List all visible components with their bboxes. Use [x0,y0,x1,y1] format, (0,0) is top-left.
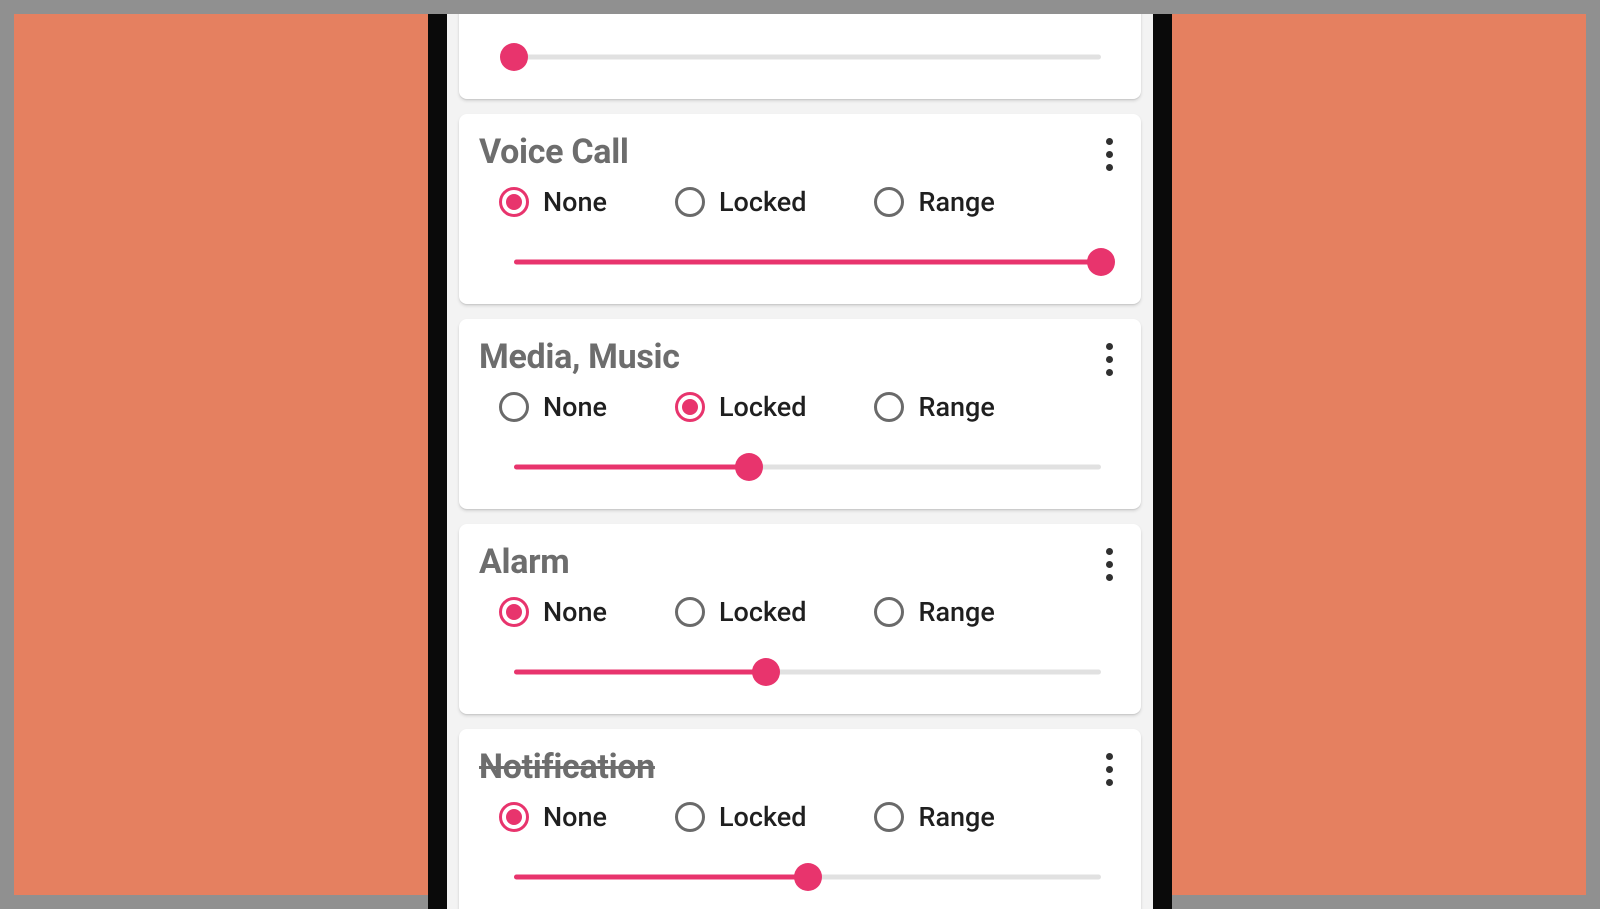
card-ringtone: Ringtone None Locked Range [459,14,1141,99]
radio-group: None Locked Range [479,596,1121,628]
card-title: Media, Music [479,337,1121,377]
more-vert-icon[interactable] [1095,339,1123,379]
radio-label: Range [918,596,994,628]
radio-range[interactable]: Range [874,391,994,423]
volume-slider[interactable] [514,248,1101,276]
radio-button-icon [675,187,705,217]
phone-frame: Ringtone None Locked Range [428,14,1172,909]
radio-button-icon [499,392,529,422]
radio-label: Locked [719,801,807,833]
radio-label: Range [918,186,994,218]
radio-label: None [543,186,607,218]
radio-label: Locked [719,186,807,218]
slider-thumb[interactable] [735,453,763,481]
radio-label: Locked [719,596,807,628]
radio-group: None Locked Range [479,391,1121,423]
slider-track [514,55,1101,60]
radio-button-icon [874,597,904,627]
radio-label: Locked [719,391,807,423]
radio-label: Range [918,801,994,833]
slider-fill [514,670,766,675]
radio-label: None [543,391,607,423]
slider-fill [514,875,808,880]
card-notification: Notification None Locked Range [459,729,1141,909]
radio-button-icon [499,597,529,627]
radio-none[interactable]: None [499,596,607,628]
radio-locked[interactable]: Locked [675,801,807,833]
slider-thumb[interactable] [1087,248,1115,276]
radio-button-icon [874,392,904,422]
card-title: Voice Call [479,132,1121,172]
radio-locked[interactable]: Locked [675,391,807,423]
radio-range[interactable]: Range [874,801,994,833]
slider-thumb[interactable] [752,658,780,686]
slider-fill [514,465,749,470]
card-title: Alarm [479,542,1121,582]
card-alarm: Alarm None Locked Range [459,524,1141,714]
radio-none[interactable]: None [499,391,607,423]
radio-label: None [543,801,607,833]
radio-range[interactable]: Range [874,186,994,218]
radio-none[interactable]: None [499,186,607,218]
radio-group: None Locked Range [479,186,1121,218]
radio-label: Range [918,391,994,423]
radio-range[interactable]: Range [874,596,994,628]
volume-slider[interactable] [514,658,1101,686]
more-vert-icon[interactable] [1095,544,1123,584]
radio-button-icon [499,802,529,832]
radio-locked[interactable]: Locked [675,596,807,628]
card-title: Notification [479,747,1121,787]
radio-label: None [543,596,607,628]
radio-button-icon [874,802,904,832]
volume-slider[interactable] [514,863,1101,891]
volume-slider[interactable] [514,43,1101,71]
radio-button-icon [675,802,705,832]
radio-button-icon [874,187,904,217]
card-media-music: Media, Music None Locked Range [459,319,1141,509]
radio-none[interactable]: None [499,801,607,833]
radio-button-icon [675,597,705,627]
radio-button-icon [675,392,705,422]
radio-button-icon [499,187,529,217]
phone-screen: Ringtone None Locked Range [447,14,1153,909]
slider-fill [514,260,1101,265]
volume-slider[interactable] [514,453,1101,481]
card-voice-call: Voice Call None Locked Range [459,114,1141,304]
more-vert-icon[interactable] [1095,134,1123,174]
more-vert-icon[interactable] [1095,749,1123,789]
radio-group: None Locked Range [479,801,1121,833]
radio-locked[interactable]: Locked [675,186,807,218]
slider-thumb[interactable] [500,43,528,71]
scroll-area[interactable]: Ringtone None Locked Range [447,14,1153,909]
slider-thumb[interactable] [794,863,822,891]
